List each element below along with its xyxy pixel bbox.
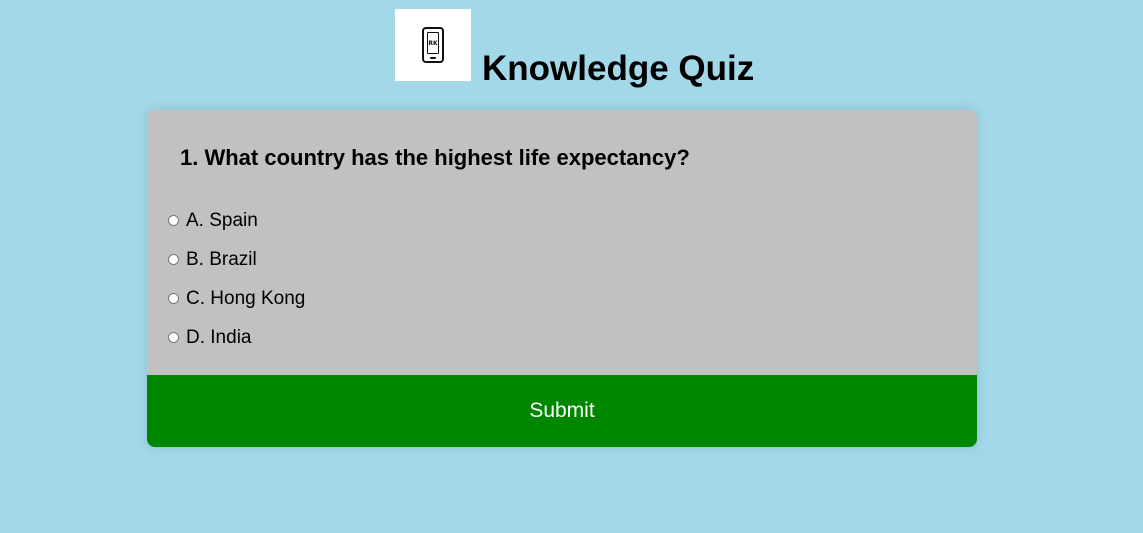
- answer-option-d[interactable]: D. India: [168, 318, 305, 357]
- logo-text: RK: [428, 40, 438, 47]
- radio-d[interactable]: [168, 332, 179, 343]
- answer-option-b[interactable]: B. Brazil: [168, 240, 305, 279]
- quiz-card: 1. What country has the highest life exp…: [147, 110, 977, 447]
- radio-a[interactable]: [168, 215, 179, 226]
- answer-label[interactable]: D. India: [186, 327, 251, 349]
- radio-c[interactable]: [168, 293, 179, 304]
- question-text: 1. What country has the highest life exp…: [180, 145, 690, 170]
- quiz-header: RK Knowledge Quiz: [395, 9, 754, 89]
- page-title: Knowledge Quiz: [482, 49, 755, 88]
- answer-list: A. Spain B. Brazil C. Hong Kong D. India: [168, 201, 305, 357]
- answer-label[interactable]: B. Brazil: [186, 249, 257, 271]
- answer-label[interactable]: A. Spain: [186, 210, 258, 232]
- answer-option-c[interactable]: C. Hong Kong: [168, 279, 305, 318]
- answer-label[interactable]: C. Hong Kong: [186, 288, 305, 310]
- answer-option-a[interactable]: A. Spain: [168, 201, 305, 240]
- logo: RK: [395, 9, 471, 81]
- radio-b[interactable]: [168, 254, 179, 265]
- phone-icon: RK: [422, 27, 444, 63]
- submit-button[interactable]: Submit: [147, 375, 977, 447]
